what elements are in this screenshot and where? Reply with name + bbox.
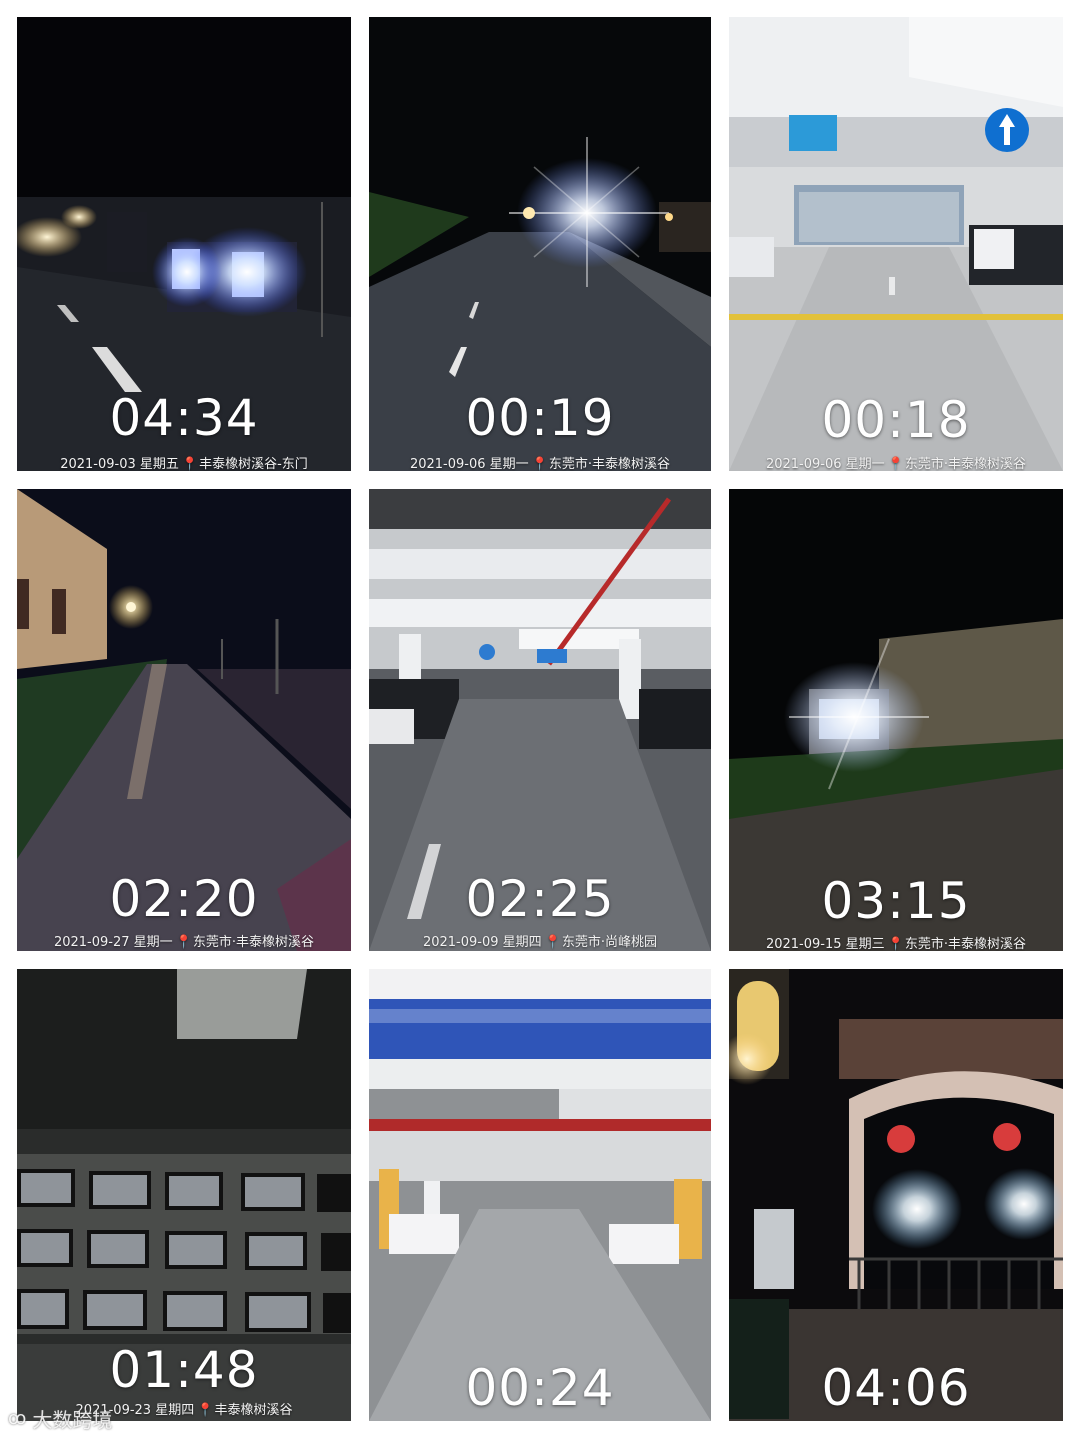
capture-date: 2021-09-15: [765, 937, 842, 951]
photo-2: 00:19 2021-09-06 星期一 📍东莞市·丰泰橡树溪谷: [369, 17, 711, 471]
capture-weekday: 星期一: [133, 935, 173, 950]
photo-3: 00:18 2021-09-06 星期一 📍东莞市·丰泰橡树溪谷: [729, 17, 1063, 471]
photo-9: 04:06: [729, 969, 1063, 1421]
capture-weekday: 星期五: [139, 457, 179, 471]
photo-caption: 2021-09-09 星期四 📍东莞市·尚峰桃园: [369, 931, 711, 950]
capture-date: 2021-09-06: [765, 457, 842, 471]
capture-time: 02:25: [465, 870, 615, 928]
photo-8: 00:24: [369, 969, 711, 1421]
capture-weekday: 星期四: [155, 1403, 195, 1418]
capture-location: 东莞市·丰泰橡树溪谷: [548, 457, 671, 471]
capture-weekday: 星期一: [489, 457, 529, 471]
capture-location: 丰泰橡树溪谷-东门: [199, 457, 308, 471]
location-pin-icon: 📍: [531, 457, 548, 471]
photo-caption: 2021-09-15 星期三 📍东莞市·丰泰橡树溪谷: [729, 933, 1063, 951]
photo-5: 02:25 2021-09-09 星期四 📍东莞市·尚峰桃园: [369, 489, 711, 951]
capture-weekday: 星期四: [502, 935, 542, 950]
watermark-logo-icon: ꝏ: [8, 1407, 27, 1429]
capture-date: 2021-09-03: [60, 457, 136, 471]
capture-time: 02:20: [109, 870, 259, 928]
watermark-text: 大数跨境: [32, 1407, 113, 1432]
capture-time: 04:34: [109, 389, 259, 447]
photo-1: 04:34 2021-09-03 星期五 📍丰泰橡树溪谷-东门: [17, 17, 351, 471]
capture-location: 东莞市·尚峰桃园: [561, 935, 658, 950]
photo-7: 01:48 2021-09-23 星期四 📍丰泰橡树溪谷: [17, 969, 351, 1421]
location-pin-icon: 📍: [544, 935, 561, 950]
capture-location: 东莞市·丰泰橡树溪谷: [904, 457, 1027, 471]
capture-location: 东莞市·丰泰橡树溪谷: [192, 935, 315, 950]
capture-location: 丰泰橡树溪谷: [214, 1403, 293, 1418]
location-pin-icon: 📍: [197, 1403, 214, 1418]
capture-time: 04:06: [821, 1359, 971, 1417]
location-pin-icon: 📍: [181, 457, 199, 471]
capture-location: 东莞市·丰泰橡树溪谷: [904, 937, 1027, 951]
capture-weekday: 星期三: [845, 937, 885, 951]
capture-time: 03:15: [821, 872, 971, 930]
photo-4: 02:20 2021-09-27 星期一 📍东莞市·丰泰橡树溪谷: [17, 489, 351, 951]
night-gate-arch-scene: [729, 969, 1063, 1421]
source-watermark: ꝏ 大数跨境: [8, 1403, 112, 1433]
location-pin-icon: 📍: [887, 457, 904, 471]
location-pin-icon: 📍: [175, 935, 192, 950]
location-pin-icon: 📍: [887, 937, 904, 951]
photo-caption: 2021-09-06 星期一 📍东莞市·丰泰橡树溪谷: [729, 453, 1063, 471]
photo-6: 03:15 2021-09-15 星期三 📍东莞市·丰泰橡树溪谷: [729, 489, 1063, 951]
photo-caption: 2021-09-27 星期一 📍东莞市·丰泰橡树溪谷: [17, 931, 351, 950]
photo-caption: 2021-09-06 星期一 📍东莞市·丰泰橡树溪谷: [369, 453, 711, 471]
capture-date: 2021-09-09: [422, 935, 499, 950]
photo-collage: 04:34 2021-09-03 星期五 📍丰泰橡树溪谷-东门 00:19 20…: [0, 0, 1080, 1439]
garage-aisle-scene: [369, 969, 711, 1421]
capture-date: 2021-09-06: [409, 457, 486, 471]
capture-time: 01:48: [109, 1341, 259, 1399]
photo-caption: 2021-09-03 星期五 📍丰泰橡树溪谷-东门: [17, 453, 351, 471]
capture-time: 00:18: [821, 391, 971, 449]
capture-time: 00:24: [465, 1359, 615, 1417]
capture-date: 2021-09-27: [53, 935, 130, 950]
capture-weekday: 星期一: [845, 457, 885, 471]
capture-time: 00:19: [465, 389, 615, 447]
